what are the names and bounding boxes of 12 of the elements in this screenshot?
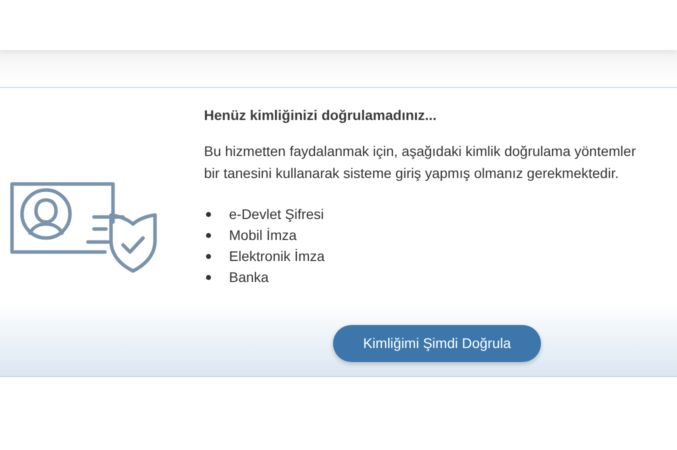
bullet-icon (206, 212, 211, 217)
id-card-shield-icon (10, 182, 160, 273)
method-item: e-Devlet Şifresi (229, 205, 324, 224)
bullet-icon (206, 233, 211, 238)
method-item: Mobil İmza (229, 226, 297, 245)
notice-message: Bu hizmetten faydalanmak için, aşağıdaki kimlik doğrulama yöntemler bir tanesini kullanarak sisteme giriş yapmış olmanız gerekmektedir. (204, 142, 636, 183)
verify-identity-button[interactable]: Kimliğimi Şimdi Doğrula (333, 325, 541, 362)
bullet-icon (206, 275, 211, 280)
bullet-icon (206, 254, 211, 259)
method-item: Elektronik İmza (229, 247, 325, 266)
notice-title: Henüz kimliğinizi doğrulamadınız... (204, 106, 437, 125)
method-item: Banka (229, 268, 269, 287)
